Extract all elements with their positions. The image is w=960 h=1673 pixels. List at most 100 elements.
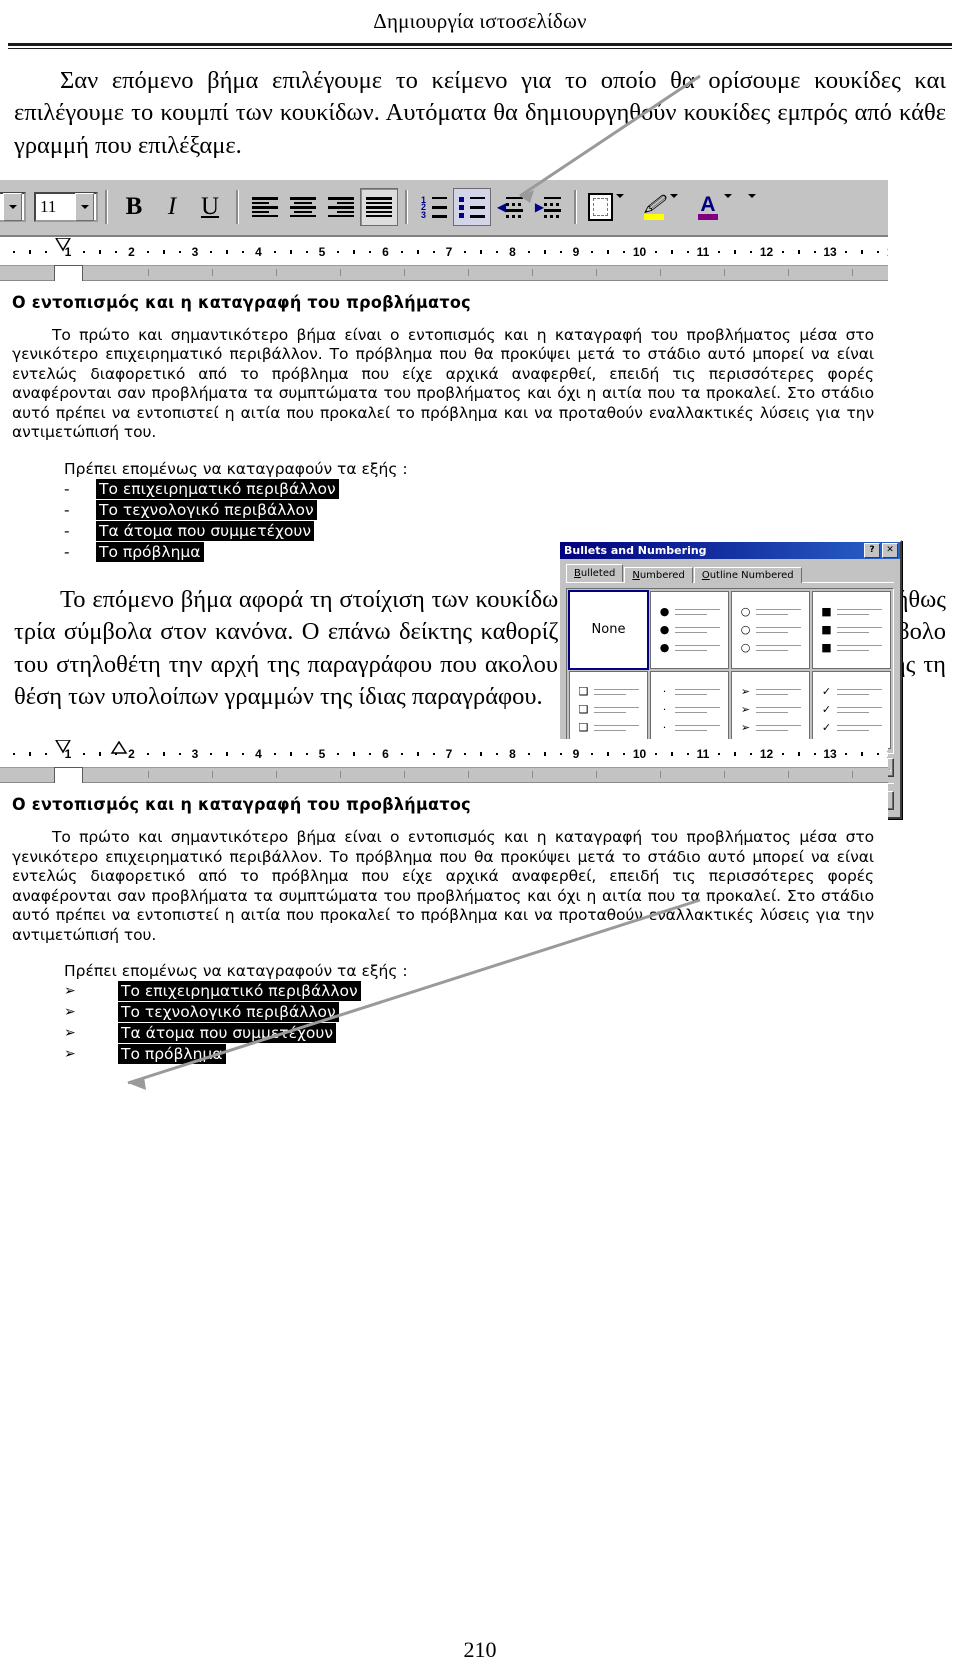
bullet-marker-arrow: ➢ <box>740 685 751 699</box>
bullet-preview-lines <box>837 706 882 713</box>
font-name-combo[interactable] <box>0 192 26 223</box>
list-item: - Το τεχνολογικό περιβάλλον <box>64 499 878 520</box>
list-item-label: Τα άτομα που συμμετέχουν <box>96 520 315 541</box>
font-size-value: 11 <box>40 197 57 217</box>
decrease-indent-icon: ◀ <box>497 196 523 218</box>
bullet-marker-square-filled: ■ <box>821 605 832 619</box>
ruler-number: 12 <box>759 244 774 259</box>
list-bullet-marker: - <box>64 500 70 519</box>
list-item-label: Το πρόβλημα <box>96 541 204 562</box>
gallery-cell-square-outline[interactable]: ❑ ❑ ❑ <box>569 670 648 749</box>
toolbar-separator <box>574 190 577 225</box>
align-right-button[interactable] <box>322 188 360 226</box>
gallery-cell-circle[interactable]: ○ ○ ○ <box>731 590 810 669</box>
bullet-preview-lines <box>756 644 801 651</box>
gallery-cell-none[interactable]: None <box>568 589 649 670</box>
list-bullet-marker: ➢ <box>64 1004 76 1021</box>
font-color-button[interactable]: A <box>692 188 724 226</box>
align-left-button[interactable] <box>246 188 284 226</box>
word-screenshot-top: 11 B I U 123 ◀ ▶ 🖉 A 1 2 3 4 5 6 7 8 9 1… <box>0 179 902 819</box>
list-item-label: Το πρόβλημα <box>118 1044 226 1065</box>
toolbar-overflow-button[interactable] <box>748 194 764 216</box>
align-center-button[interactable] <box>284 188 322 226</box>
bullet-gallery[interactable]: None ● ● ● ○ ○ ○ ■ ■ ■ ❑ ❑ ❑ · · · ➢ ➢ ➢ ✓ ✓ ✓ <box>566 587 894 754</box>
horizontal-ruler-top[interactable]: 1234567891011121314 <box>0 236 888 266</box>
ruler-number: 6 <box>382 747 389 762</box>
word-document-canvas-top[interactable]: Ο εντοπισμός και η καταγραφή του προβλήμ… <box>0 280 888 571</box>
list-item-label: Το τεχνολογικό περιβάλλον <box>118 1002 339 1023</box>
bold-button[interactable]: B <box>115 188 153 226</box>
chevron-down-icon[interactable] <box>75 193 94 222</box>
dialog-titlebar[interactable]: Bullets and Numbering ? ✕ <box>560 541 900 559</box>
underline-button[interactable]: U <box>191 188 229 226</box>
borders-button[interactable] <box>584 188 616 226</box>
bullet-preview-lines <box>756 706 801 713</box>
list-bullet-marker: - <box>64 479 70 498</box>
ruler-number: 2 <box>128 244 135 259</box>
bullet-preview-lines <box>675 644 720 651</box>
dialog-title: Bullets and Numbering <box>564 543 707 557</box>
bullet-marker-square-filled: ■ <box>821 623 832 637</box>
gallery-none-label: None <box>591 622 626 638</box>
bullet-preview-lines <box>675 688 720 695</box>
bulleted-list-button[interactable] <box>453 188 491 227</box>
ruler-number: 3 <box>191 244 199 259</box>
ruler-number: 12 <box>759 747 774 762</box>
highlight-dropdown[interactable] <box>670 194 684 216</box>
toolbar-separator <box>105 190 108 225</box>
first-line-indent-marker[interactable] <box>48 739 78 765</box>
borders-dropdown[interactable] <box>616 194 630 216</box>
list-item-label: Το τεχνολογικό περιβάλλον <box>96 499 317 520</box>
first-line-indent-marker[interactable] <box>48 237 78 263</box>
ruler-tab-strip-top[interactable] <box>0 264 888 284</box>
gallery-cell-check[interactable]: ✓ ✓ ✓ <box>812 670 891 749</box>
gallery-cell-dash[interactable]: · · · <box>650 670 729 749</box>
hanging-indent-marker[interactable] <box>104 741 134 767</box>
numbered-list-icon: 123 <box>421 195 447 219</box>
document-heading: Ο εντοπισμός και η καταγραφή του προβλήμ… <box>12 795 471 815</box>
font-size-combo[interactable]: 11 <box>34 192 98 223</box>
formatting-toolbar: 11 B I U 123 ◀ ▶ 🖉 A <box>0 179 888 237</box>
gallery-cell-square-filled[interactable]: ■ ■ ■ <box>812 590 891 669</box>
ruler-number: 13 <box>823 747 837 762</box>
toolbar-separator <box>405 190 408 225</box>
list-item-label: Το επιχειρηματικό περιβάλλον <box>96 478 339 499</box>
tab-numbered[interactable]: Numbered <box>624 566 693 583</box>
bullet-marker-disc: ● <box>659 623 670 637</box>
bullet-preview-lines <box>837 724 882 731</box>
ruler-number: 10 <box>632 747 647 762</box>
chevron-down-icon[interactable] <box>3 193 22 222</box>
ruler-number: 4 <box>255 747 262 762</box>
bullet-marker-square-filled: ■ <box>821 641 832 655</box>
italic-button[interactable]: I <box>153 188 191 226</box>
toolbar-separator <box>236 190 239 225</box>
horizontal-ruler-bottom[interactable]: 1234567891011121314 <box>0 739 888 769</box>
tab-outline-numbered[interactable]: Outline Numbered <box>693 566 802 583</box>
ruler-number: 14 <box>887 747 888 761</box>
bullet-preview-lines <box>594 706 639 713</box>
word-document-canvas-bottom[interactable]: Ο εντοπισμός και η καταγραφή του προβλήμ… <box>0 783 888 1074</box>
highlight-button[interactable]: 🖉 <box>638 188 670 226</box>
list-bullet-marker: - <box>64 521 70 540</box>
numbered-list-button[interactable]: 123 <box>415 188 453 226</box>
close-icon[interactable]: ✕ <box>882 542 898 558</box>
tab-bulleted[interactable]: Bulleted <box>566 563 624 582</box>
align-justify-button[interactable] <box>360 188 398 227</box>
decrease-indent-button[interactable]: ◀ <box>491 188 529 226</box>
bullet-preview-lines <box>675 724 720 731</box>
align-center-icon <box>290 197 316 218</box>
font-color-dropdown[interactable] <box>724 194 738 216</box>
increase-indent-button[interactable]: ▶ <box>529 188 567 226</box>
gallery-cell-disc[interactable]: ● ● ● <box>650 590 729 669</box>
gallery-cell-arrow[interactable]: ➢ ➢ ➢ <box>731 670 810 749</box>
list-item: - Το επιχειρηματικό περιβάλλον <box>64 478 878 499</box>
list-item-label: Το επιχειρηματικό περιβάλλον <box>118 981 361 1002</box>
document-list-intro: Πρέπει επομένως να καταγραφούν τα εξής : <box>64 962 408 981</box>
bulleted-list-icon <box>459 196 485 218</box>
ruler-tab-strip-bottom[interactable] <box>0 767 888 787</box>
list-item: ➢ Το επιχειρηματικό περιβάλλον <box>64 981 878 1002</box>
help-icon[interactable]: ? <box>864 542 880 558</box>
document-page: Δημιουργία ιστοσελίδων Σαν επόμενο βήμα … <box>0 0 960 1673</box>
highlight-icon: 🖉 <box>642 194 666 221</box>
list-item: ➢ Τα άτομα που συμμετέχουν <box>64 1023 878 1044</box>
